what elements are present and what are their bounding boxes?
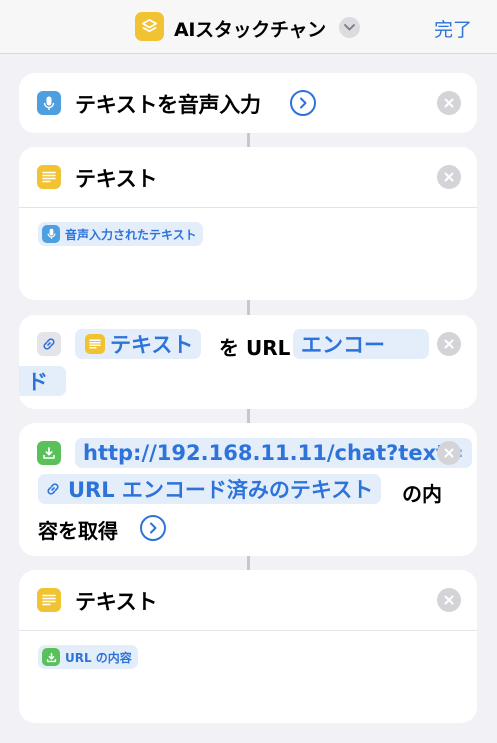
close-icon <box>444 172 454 182</box>
navigation-bar: AIスタックチャン 完了 <box>0 0 497 54</box>
action-get-contents-of-url[interactable]: http://192.168.11.11/chat?text= URL エンコー… <box>19 423 477 556</box>
chevron-right-icon <box>150 522 157 534</box>
download-icon <box>42 648 60 666</box>
close-icon <box>444 448 454 458</box>
chevron-down-icon <box>344 24 355 31</box>
action-text[interactable]: テキスト 音声入力されたテキスト <box>19 147 477 300</box>
action-url-encode[interactable]: テキスト を URL エンコー ド <box>19 315 477 409</box>
remove-action-button[interactable] <box>437 165 461 189</box>
variable-label: 音声入力されたテキスト <box>65 227 197 242</box>
action-dictate-text[interactable]: テキストを音声入力 <box>19 73 477 133</box>
action-connector <box>247 556 250 570</box>
encode-mode-selector[interactable]: エンコー <box>293 329 429 359</box>
download-icon <box>37 441 61 465</box>
action-title: テキスト <box>75 590 158 614</box>
link-icon <box>42 478 64 500</box>
microphone-icon <box>37 91 61 115</box>
variable-label: URL の内容 <box>65 650 132 665</box>
text-lines-icon <box>37 165 61 189</box>
url-variable-chip[interactable]: URL エンコード済みのテキスト <box>38 474 382 504</box>
encode-mode-selector-continued[interactable]: ド <box>19 366 66 396</box>
text-lines-icon <box>37 588 61 612</box>
variable-chip[interactable]: 音声入力されたテキスト <box>38 222 203 246</box>
chevron-right-icon <box>300 97 307 109</box>
action-text-label: を URL <box>219 336 291 360</box>
divider <box>19 207 477 208</box>
action-title: テキストを音声入力 <box>75 93 261 117</box>
action-connector <box>247 300 250 315</box>
url-field[interactable]: http://192.168.11.11/chat?text= <box>75 438 472 468</box>
close-icon <box>444 595 454 605</box>
mode-label: エンコー <box>301 333 385 357</box>
remove-action-button[interactable] <box>437 91 461 115</box>
link-icon <box>37 332 61 356</box>
input-variable-chip[interactable]: テキスト <box>75 329 202 359</box>
variable-label: テキスト <box>110 333 194 357</box>
title-menu-button[interactable] <box>339 17 360 38</box>
remove-action-button[interactable] <box>437 588 461 612</box>
remove-action-button[interactable] <box>437 332 461 356</box>
close-icon <box>444 339 454 349</box>
remove-action-button[interactable] <box>437 441 461 465</box>
text-lines-icon <box>85 334 105 354</box>
action-title: テキスト <box>75 167 158 191</box>
variable-label: URL エンコード済みのテキスト <box>68 478 374 502</box>
show-more-button[interactable] <box>140 515 166 541</box>
action-text-label: 容を取得 <box>38 519 118 543</box>
layers-icon <box>135 12 164 41</box>
action-connector <box>247 133 250 147</box>
shortcut-title[interactable]: AIスタックチャン <box>174 15 326 42</box>
action-text[interactable]: テキスト URL の内容 <box>19 570 477 723</box>
variable-chip[interactable]: URL の内容 <box>38 645 138 669</box>
divider <box>19 630 477 631</box>
mode-label: ド <box>27 370 48 394</box>
url-value: http://192.168.11.11/chat?text= <box>83 441 464 465</box>
show-more-button[interactable] <box>290 90 316 116</box>
action-text-label: の内 <box>402 482 442 506</box>
close-icon <box>444 98 454 108</box>
done-button[interactable]: 完了 <box>434 15 472 42</box>
microphone-icon <box>42 225 60 243</box>
action-connector <box>247 409 250 423</box>
